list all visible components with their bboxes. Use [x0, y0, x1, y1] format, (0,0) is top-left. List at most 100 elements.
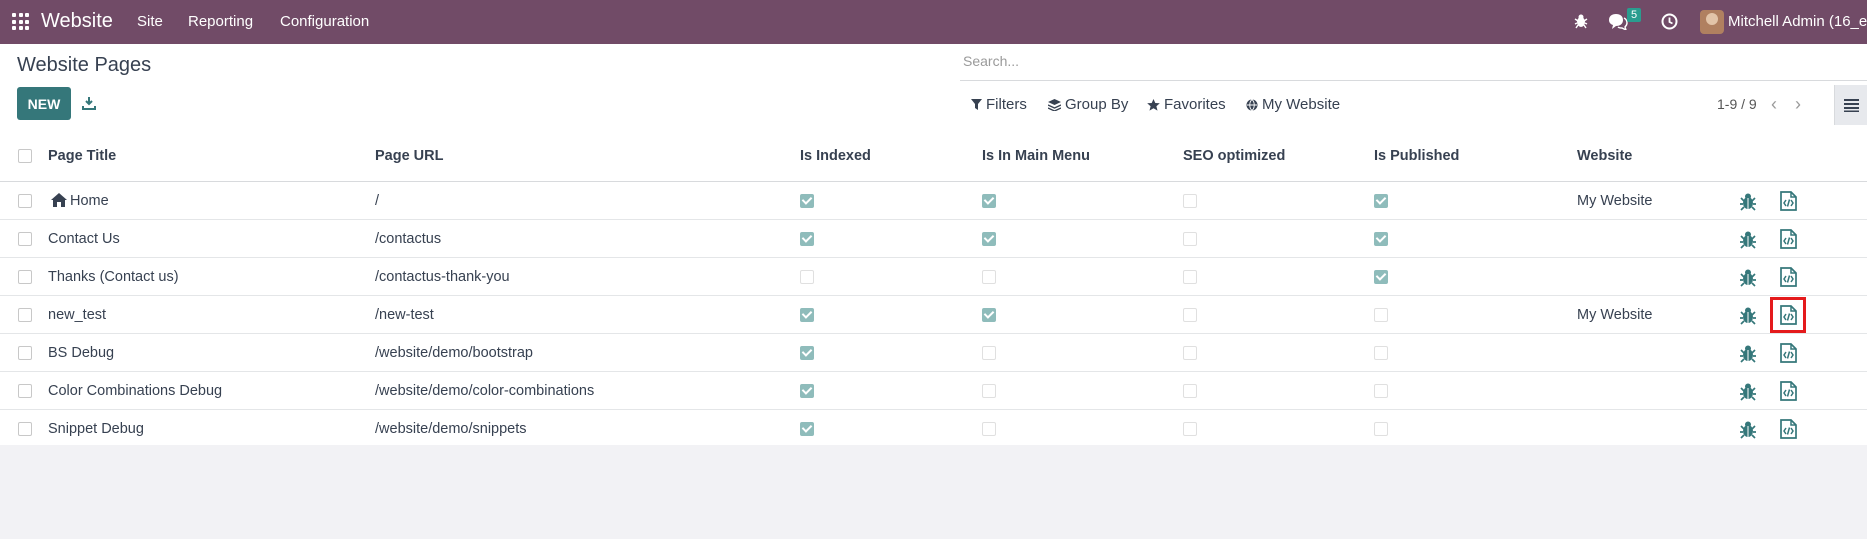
is-published-checkbox — [1374, 345, 1388, 360]
is-in-main-menu-checkbox — [982, 345, 996, 360]
cell-website[interactable] — [1577, 371, 1737, 410]
user-name[interactable]: Mitchell Admin (16_e — [1728, 13, 1867, 30]
group-by-button[interactable]: Group By — [1048, 96, 1128, 113]
debug-bug-icon[interactable] — [1573, 13, 1589, 29]
table-row[interactable]: BS Debug /website/demo/bootstrap — [0, 333, 1867, 372]
pager-value[interactable]: 1-9 / 9 — [1717, 96, 1757, 112]
debug-bug-icon[interactable] — [1737, 268, 1759, 287]
activity-clock-icon[interactable] — [1661, 13, 1678, 30]
debug-bug-icon[interactable] — [1737, 306, 1759, 325]
menu-configuration[interactable]: Configuration — [280, 13, 369, 30]
is-indexed-checkbox — [800, 421, 814, 436]
is-published-checkbox — [1374, 383, 1388, 398]
select-all-checkbox[interactable] — [18, 149, 32, 164]
row-select-checkbox[interactable] — [18, 269, 32, 284]
seo-optimized-checkbox — [1183, 307, 1197, 322]
table-row[interactable]: new_test /new-test My Website — [0, 295, 1867, 334]
cell-page-title[interactable]: Snippet Debug — [48, 409, 375, 448]
cell-website[interactable] — [1577, 219, 1737, 258]
row-select-checkbox[interactable] — [18, 231, 32, 246]
favorites-button[interactable]: Favorites — [1147, 96, 1226, 113]
pages-table: Page Title Page URL Is Indexed Is In Mai… — [0, 131, 1867, 448]
view-code-icon[interactable] — [1777, 190, 1799, 212]
cell-page-title[interactable]: BS Debug — [48, 333, 375, 372]
view-code-icon[interactable] — [1777, 342, 1799, 364]
cell-page-url[interactable]: /website/demo/bootstrap — [375, 333, 800, 372]
menu-site[interactable]: Site — [137, 13, 163, 30]
view-code-icon[interactable] — [1777, 266, 1799, 288]
is-published-checkbox — [1374, 307, 1388, 322]
cell-page-url[interactable]: /website/demo/snippets — [375, 409, 800, 448]
download-icon[interactable] — [82, 96, 96, 110]
debug-bug-icon[interactable] — [1737, 230, 1759, 249]
debug-bug-icon[interactable] — [1737, 382, 1759, 401]
list-view-button[interactable] — [1834, 85, 1867, 125]
row-select-checkbox[interactable] — [18, 307, 32, 322]
cell-page-title[interactable]: new_test — [48, 295, 375, 334]
table-row[interactable]: Color Combinations Debug /website/demo/c… — [0, 371, 1867, 410]
app-brand[interactable]: Website — [41, 10, 113, 33]
page-title-text: BS Debug — [48, 344, 115, 361]
header-page-title[interactable]: Page Title — [48, 131, 375, 182]
page-url-text: /website/demo/snippets — [375, 420, 527, 437]
row-select-checkbox[interactable] — [18, 383, 32, 398]
pager-next-icon[interactable]: › — [1795, 94, 1801, 115]
cell-page-url[interactable]: /contactus-thank-you — [375, 257, 800, 296]
pager-prev-icon[interactable]: ‹ — [1771, 94, 1777, 115]
layers-icon — [1048, 98, 1061, 111]
view-code-icon[interactable] — [1777, 380, 1799, 402]
debug-bug-icon[interactable] — [1737, 420, 1759, 439]
cell-website[interactable] — [1577, 257, 1737, 296]
header-is-indexed[interactable]: Is Indexed — [800, 131, 982, 182]
debug-bug-icon[interactable] — [1737, 192, 1759, 211]
cell-page-title[interactable]: Home — [48, 181, 375, 220]
table-row[interactable]: Snippet Debug /website/demo/snippets — [0, 409, 1867, 448]
cell-page-title[interactable]: Thanks (Contact us) — [48, 257, 375, 296]
header-seo-optimized[interactable]: SEO optimized — [1183, 131, 1374, 182]
my-website-filter[interactable]: My Website — [1246, 96, 1340, 113]
home-icon — [51, 192, 67, 207]
is-indexed-checkbox — [800, 345, 814, 360]
row-select-checkbox[interactable] — [18, 345, 32, 360]
cell-page-url[interactable]: /contactus — [375, 219, 800, 258]
header-page-url[interactable]: Page URL — [375, 131, 800, 182]
cell-page-url[interactable]: / — [375, 181, 800, 220]
messages-icon[interactable] — [1608, 13, 1628, 30]
row-select-checkbox[interactable] — [18, 193, 32, 208]
empty-area — [0, 445, 1867, 539]
row-select-checkbox[interactable] — [18, 421, 32, 436]
cell-page-title[interactable]: Contact Us — [48, 219, 375, 258]
cell-website[interactable] — [1577, 333, 1737, 372]
cell-page-title[interactable]: Color Combinations Debug — [48, 371, 375, 410]
table-row[interactable]: Thanks (Contact us) /contactus-thank-you — [0, 257, 1867, 296]
is-published-checkbox — [1374, 231, 1388, 246]
is-indexed-checkbox — [800, 307, 814, 322]
search-input[interactable] — [963, 46, 1843, 76]
page-url-text: /website/demo/color-combinations — [375, 382, 595, 399]
cell-page-url[interactable]: /new-test — [375, 295, 800, 334]
page-url-text: /new-test — [375, 306, 434, 323]
cell-website[interactable] — [1577, 409, 1737, 448]
menu-reporting[interactable]: Reporting — [188, 13, 253, 30]
table-row[interactable]: Home / My Website — [0, 181, 1867, 220]
debug-bug-icon[interactable] — [1737, 344, 1759, 363]
is-indexed-checkbox — [800, 383, 814, 398]
cell-website[interactable]: My Website — [1577, 181, 1737, 220]
apps-menu-icon[interactable] — [12, 13, 29, 30]
view-code-icon[interactable] — [1770, 296, 1806, 333]
user-avatar[interactable] — [1700, 10, 1724, 34]
view-code-icon[interactable] — [1777, 418, 1799, 440]
view-code-icon[interactable] — [1777, 228, 1799, 250]
is-indexed-checkbox — [800, 269, 814, 284]
star-icon — [1147, 98, 1160, 111]
is-in-main-menu-checkbox — [982, 193, 996, 208]
header-is-published[interactable]: Is Published — [1374, 131, 1577, 182]
new-button[interactable]: NEW — [17, 87, 71, 120]
website-text: My Website — [1577, 192, 1653, 209]
cell-page-url[interactable]: /website/demo/color-combinations — [375, 371, 800, 410]
filters-button[interactable]: Filters — [971, 96, 1027, 113]
header-is-in-main-menu[interactable]: Is In Main Menu — [982, 131, 1183, 182]
table-row[interactable]: Contact Us /contactus — [0, 219, 1867, 258]
cell-website[interactable]: My Website — [1577, 295, 1737, 334]
header-website[interactable]: Website — [1577, 131, 1737, 182]
